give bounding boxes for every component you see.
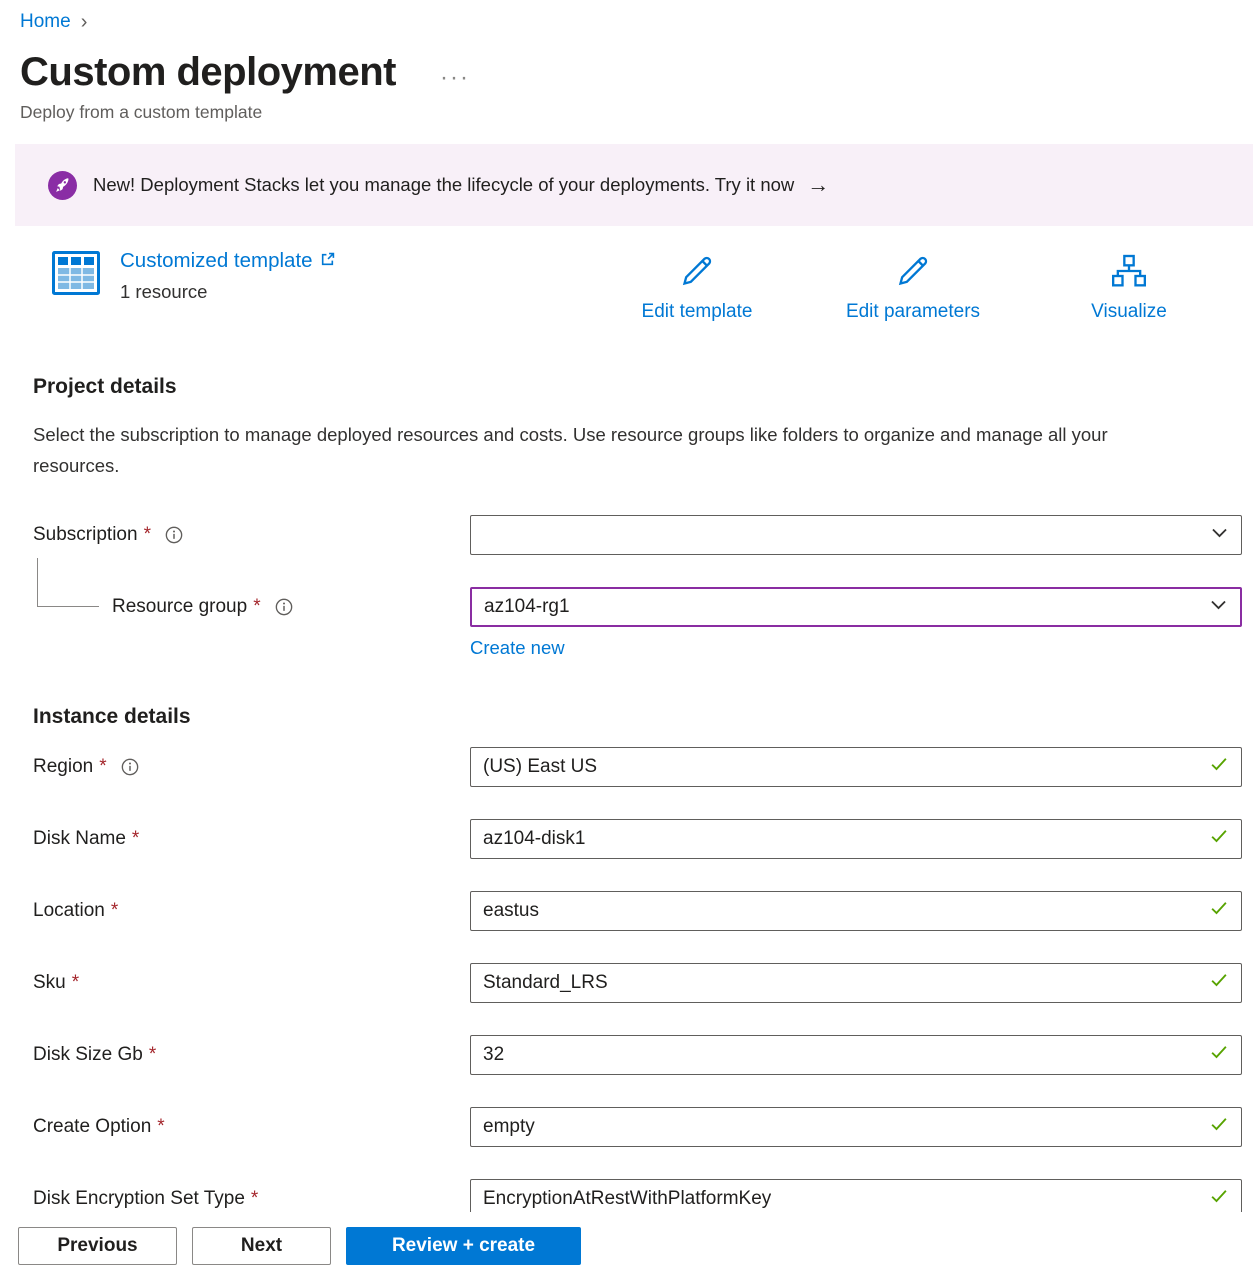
template-icon (52, 251, 100, 300)
info-icon[interactable] (275, 598, 293, 616)
external-link-icon (320, 249, 335, 273)
banner-message: New! Deployment Stacks let you manage th… (93, 174, 794, 196)
resource-group-row: Resource group * az104-rg1 (33, 587, 1253, 627)
checkmark-icon (1209, 970, 1229, 996)
create-option-row: Create Option * empty (33, 1107, 1253, 1147)
region-input[interactable]: (US) East US (470, 747, 1242, 787)
chevron-down-icon (1209, 595, 1228, 620)
disk-name-input[interactable]: az104-disk1 (470, 819, 1242, 859)
page-subtitle: Deploy from a custom template (20, 102, 1253, 123)
breadcrumb: Home › (0, 0, 1253, 34)
project-details-heading: Project details (33, 375, 1253, 399)
checkmark-icon (1209, 1042, 1229, 1068)
sitemap-icon (1109, 278, 1149, 295)
visualize-button[interactable]: Visualize (1039, 251, 1219, 323)
info-icon[interactable] (121, 758, 139, 776)
template-summary: Customized template 1 resource Edit temp… (0, 249, 1253, 325)
resource-group-dropdown[interactable]: az104-rg1 (470, 587, 1242, 627)
project-details-description: Select the subscription to manage deploy… (33, 419, 1188, 481)
next-button[interactable]: Next (192, 1227, 331, 1265)
more-options-button[interactable]: ··· (440, 56, 470, 90)
required-marker: * (111, 900, 118, 922)
pencil-icon (677, 278, 717, 295)
customized-template-link[interactable]: Customized template (120, 249, 335, 273)
pencil-icon (893, 278, 933, 295)
required-marker: * (144, 524, 151, 546)
rocket-icon (48, 171, 77, 200)
disk-name-row: Disk Name * az104-disk1 (33, 819, 1253, 859)
arrow-right-icon: → (807, 172, 829, 198)
instance-details-heading: Instance details (33, 705, 1253, 729)
checkmark-icon (1209, 898, 1229, 924)
previous-button[interactable]: Previous (18, 1227, 177, 1265)
required-marker: * (99, 756, 106, 778)
resource-count: 1 resource (120, 281, 335, 303)
create-new-link[interactable]: Create new (470, 637, 565, 659)
subscription-row: Subscription * (33, 515, 1253, 555)
edit-parameters-button[interactable]: Edit parameters (823, 251, 1003, 323)
deployment-stacks-banner[interactable]: New! Deployment Stacks let you manage th… (15, 144, 1253, 226)
create-option-input[interactable]: empty (470, 1107, 1242, 1147)
chevron-down-icon (1210, 523, 1229, 548)
checkmark-icon (1209, 1186, 1229, 1212)
region-label: Region (33, 756, 93, 778)
region-row: Region * (US) East US (33, 747, 1253, 787)
subscription-dropdown[interactable] (470, 515, 1242, 555)
location-row: Location * eastus (33, 891, 1253, 931)
info-icon[interactable] (165, 526, 183, 544)
location-input[interactable]: eastus (470, 891, 1242, 931)
edit-template-button[interactable]: Edit template (607, 251, 787, 323)
checkmark-icon (1209, 826, 1229, 852)
sku-input[interactable]: Standard_LRS (470, 963, 1242, 1003)
resource-group-label: Resource group (112, 596, 247, 618)
field-connector-line (37, 558, 99, 607)
required-marker: * (132, 828, 139, 850)
disk-name-label: Disk Name (33, 828, 126, 850)
checkmark-icon (1209, 754, 1229, 780)
review-create-button[interactable]: Review + create (346, 1227, 581, 1265)
disk-encryption-set-type-label: Disk Encryption Set Type (33, 1188, 245, 1210)
breadcrumb-home-link[interactable]: Home (20, 11, 71, 33)
subscription-label: Subscription (33, 524, 138, 546)
sku-row: Sku * Standard_LRS (33, 963, 1253, 1003)
create-option-label: Create Option (33, 1116, 151, 1138)
required-marker: * (251, 1188, 258, 1210)
location-label: Location (33, 900, 105, 922)
required-marker: * (253, 596, 260, 618)
disk-size-row: Disk Size Gb * 32 (33, 1035, 1253, 1075)
footer-bar: Previous Next Review + create (0, 1212, 1253, 1280)
checkmark-icon (1209, 1114, 1229, 1140)
chevron-right-icon: › (81, 11, 88, 34)
required-marker: * (72, 972, 79, 994)
required-marker: * (157, 1116, 164, 1138)
page-title: Custom deployment (20, 50, 396, 95)
sku-label: Sku (33, 972, 66, 994)
required-marker: * (149, 1044, 156, 1066)
disk-size-label: Disk Size Gb (33, 1044, 143, 1066)
disk-size-input[interactable]: 32 (470, 1035, 1242, 1075)
